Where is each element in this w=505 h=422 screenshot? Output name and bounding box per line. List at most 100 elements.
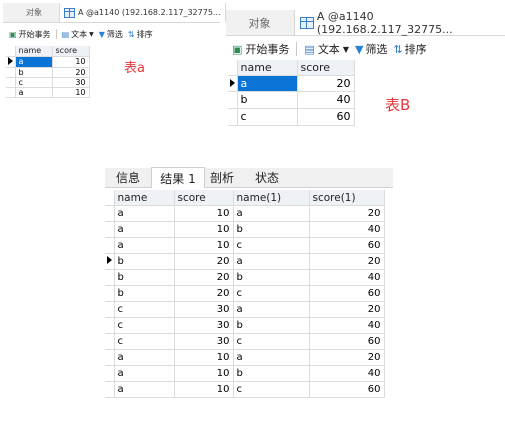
cell[interactable]: 30 <box>52 77 90 88</box>
table-row[interactable]: a 10 b 40 <box>105 221 385 238</box>
cell[interactable]: 20 <box>309 253 385 270</box>
cell[interactable]: 40 <box>309 365 385 382</box>
cell[interactable]: 10 <box>174 205 234 222</box>
cell[interactable]: a <box>114 381 175 398</box>
cell[interactable]: 40 <box>309 269 385 286</box>
cell[interactable]: c <box>233 237 310 254</box>
cell[interactable]: 20 <box>174 253 234 270</box>
column-header-name[interactable]: name <box>237 60 298 76</box>
cell[interactable]: a <box>233 205 310 222</box>
cell[interactable]: b <box>237 91 298 109</box>
sort-button[interactable]: ⇅ 排序 <box>393 41 426 57</box>
cell[interactable]: c <box>15 77 53 88</box>
cell[interactable]: 60 <box>297 108 355 126</box>
tab-object[interactable]: 对象 <box>232 10 287 35</box>
table-row[interactable]: c 30 a 20 <box>105 301 385 318</box>
cell[interactable]: 10 <box>52 56 90 68</box>
tab-query-b[interactable]: A @a1140 (192.168.2.117_32775... <box>294 10 505 36</box>
cell[interactable]: a <box>114 349 175 366</box>
cell[interactable]: a <box>237 75 298 92</box>
cell[interactable]: b <box>233 221 310 238</box>
column-header-score-1[interactable]: score(1) <box>309 190 385 206</box>
table-row[interactable]: a 20 <box>228 75 355 92</box>
column-header-name[interactable]: name <box>114 190 175 206</box>
cell[interactable]: a <box>233 349 310 366</box>
cell[interactable]: a <box>114 221 175 238</box>
cell[interactable]: 60 <box>309 237 385 254</box>
table-row[interactable]: c 60 <box>228 108 355 126</box>
cell[interactable]: b <box>15 67 53 78</box>
cell[interactable]: 20 <box>309 205 385 222</box>
cell[interactable]: c <box>233 285 310 302</box>
cell[interactable]: 20 <box>297 75 355 92</box>
cell[interactable]: b <box>233 365 310 382</box>
cell[interactable]: 20 <box>309 349 385 366</box>
sort-button[interactable]: ⇅ 排序 <box>128 29 153 40</box>
table-row[interactable]: a 10 c 60 <box>105 237 385 254</box>
cell[interactable]: 20 <box>309 301 385 318</box>
cell[interactable]: 10 <box>174 381 234 398</box>
tab-profile[interactable]: 剖析 <box>203 168 241 187</box>
tab-info[interactable]: 信息 <box>111 168 145 187</box>
column-header-score[interactable]: score <box>174 190 234 206</box>
column-header-name[interactable]: name <box>15 46 53 57</box>
cell[interactable]: c <box>233 381 310 398</box>
filter-button[interactable]: ▼ 筛选 <box>355 41 387 57</box>
cell[interactable]: a <box>114 205 175 222</box>
cell[interactable]: 10 <box>174 349 234 366</box>
table-row[interactable]: a 10 a 20 <box>105 205 385 222</box>
table-row[interactable]: c 30 <box>6 77 90 88</box>
table-row[interactable]: b 20 a 20 <box>105 253 385 270</box>
cell[interactable]: 60 <box>309 333 385 350</box>
cell[interactable]: a <box>233 253 310 270</box>
cell[interactable]: 20 <box>174 269 234 286</box>
cell[interactable]: c <box>233 333 310 350</box>
tab-object[interactable]: 对象 <box>13 3 55 22</box>
cell[interactable]: 30 <box>174 333 234 350</box>
tab-result-1[interactable]: 结果 1 <box>151 167 205 188</box>
table-row[interactable]: a 10 c 60 <box>105 381 385 398</box>
column-header-score[interactable]: score <box>297 60 355 76</box>
cell[interactable]: 40 <box>309 221 385 238</box>
cell[interactable]: a <box>15 87 53 98</box>
table-row[interactable]: b 40 <box>228 91 355 109</box>
cell[interactable]: b <box>233 317 310 334</box>
column-header-name-1[interactable]: name(1) <box>233 190 310 206</box>
cell[interactable]: c <box>114 317 175 334</box>
cell[interactable]: a <box>233 301 310 318</box>
tab-query-a[interactable]: A @a1140 (192.168.2.117_32775... <box>59 3 226 22</box>
cell[interactable]: 40 <box>309 317 385 334</box>
table-row[interactable]: a 10 <box>6 56 90 68</box>
table-row[interactable]: a 10 b 40 <box>105 365 385 382</box>
cell[interactable]: 10 <box>174 237 234 254</box>
cell[interactable]: b <box>233 269 310 286</box>
cell[interactable]: 20 <box>174 285 234 302</box>
cell[interactable]: b <box>114 269 175 286</box>
cell[interactable]: a <box>114 237 175 254</box>
begin-transaction-button[interactable]: ▣ 开始事务 <box>9 29 51 40</box>
table-row[interactable]: c 30 b 40 <box>105 317 385 334</box>
cell[interactable]: 20 <box>52 67 90 78</box>
cell[interactable]: 10 <box>174 365 234 382</box>
text-button[interactable]: ▤ 文本 ▼ <box>62 29 94 40</box>
cell[interactable]: c <box>114 333 175 350</box>
cell[interactable]: 30 <box>174 317 234 334</box>
cell[interactable]: b <box>114 285 175 302</box>
table-row[interactable]: a 10 a 20 <box>105 349 385 366</box>
cell[interactable]: a <box>15 56 53 68</box>
cell[interactable]: b <box>114 253 175 270</box>
begin-transaction-button[interactable]: ▣ 开始事务 <box>232 41 289 57</box>
filter-button[interactable]: ▼ 筛选 <box>99 29 123 40</box>
cell[interactable]: 30 <box>174 301 234 318</box>
cell[interactable]: 10 <box>174 221 234 238</box>
table-row[interactable]: c 30 c 60 <box>105 333 385 350</box>
cell[interactable]: c <box>114 301 175 318</box>
table-row[interactable]: b 20 <box>6 67 90 78</box>
table-row[interactable]: b 20 c 60 <box>105 285 385 302</box>
text-button[interactable]: ▤ 文本 ▼ <box>304 41 349 57</box>
cell[interactable]: 60 <box>309 381 385 398</box>
cell[interactable]: c <box>237 108 298 126</box>
table-row[interactable]: b 20 b 40 <box>105 269 385 286</box>
column-header-score[interactable]: score <box>52 46 90 57</box>
table-row[interactable]: a 10 <box>6 87 90 98</box>
